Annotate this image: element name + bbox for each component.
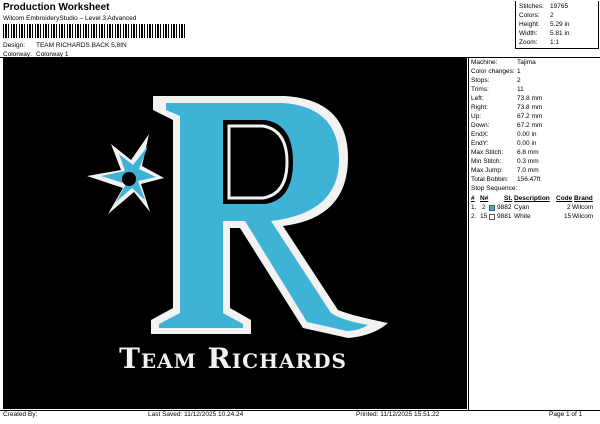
prop-left: Left: 73.8 mm: [471, 95, 543, 102]
stats-box: Stitches: 19765 Colors: 2 Height: 5.29 in W…: [515, 1, 599, 49]
star-icon: [87, 134, 164, 214]
prop-down: Down: 67.2 mm: [471, 122, 543, 129]
design-preview[interactable]: Team Richards: [3, 58, 467, 409]
prop-stops: Stops: 2: [471, 77, 521, 84]
color-swatch: [489, 214, 495, 220]
software-name: Wilcom EmbroideryStudio – Level 3 Advanc…: [3, 15, 137, 22]
prop-max-jump: Max Jump: 7.0 mm: [471, 167, 539, 174]
prop-max-stitch: Max Stitch: 6.8 mm: [471, 149, 539, 156]
barcode: [3, 24, 187, 38]
footer-printed: Printed: 11/12/2025 15.51.22: [356, 411, 440, 418]
stop-sequence-title: Stop Sequence:: [471, 185, 518, 192]
prop-up: Up: 67.2 mm: [471, 113, 543, 120]
stat-colors: Colors: 2: [519, 12, 554, 19]
design-artwork: Team Richards: [87, 96, 388, 375]
prop-endy: EndY: 0.00 in: [471, 140, 537, 147]
divider: [0, 410, 600, 411]
team-name-text: Team Richards: [119, 342, 347, 375]
stat-width: Width: 5.81 in: [519, 30, 570, 37]
design-value: TEAM RICHARDS BACK 5,8IN: [36, 42, 127, 49]
stat-height: Height: 5.29 in: [519, 21, 570, 28]
footer-page-number: Page 1 of 1: [549, 411, 583, 418]
prop-trims: Trims: 11: [471, 86, 524, 93]
divider: [468, 57, 469, 410]
footer-created-by: Created By:: [3, 411, 38, 418]
page-title: Production Worksheet: [3, 2, 110, 13]
design-label: Design:: [3, 42, 26, 49]
prop-endx: EndX: 0.00 in: [471, 131, 537, 138]
letter-r-logo: [151, 96, 388, 338]
prop-right: Right: 73.8 mm: [471, 104, 543, 111]
stat-zoom: Zoom: 1:1: [519, 39, 560, 46]
prop-color-changes: Color changes: 1: [471, 68, 521, 75]
design-row: Design: TEAM RICHARDS BACK 5,8IN: [3, 42, 127, 49]
footer-last-saved: Last Saved: 11/12/2025 10.24.24: [148, 411, 244, 418]
prop-machine: Machine: Tajima: [471, 59, 536, 66]
prop-total-bobbin: Total Bobbin: 156.47ft: [471, 176, 541, 183]
prop-min-stitch: Min Stitch: 0.3 mm: [471, 158, 539, 165]
stat-stitches: Stitches: 19765: [519, 3, 569, 10]
color-swatch: [489, 205, 495, 211]
